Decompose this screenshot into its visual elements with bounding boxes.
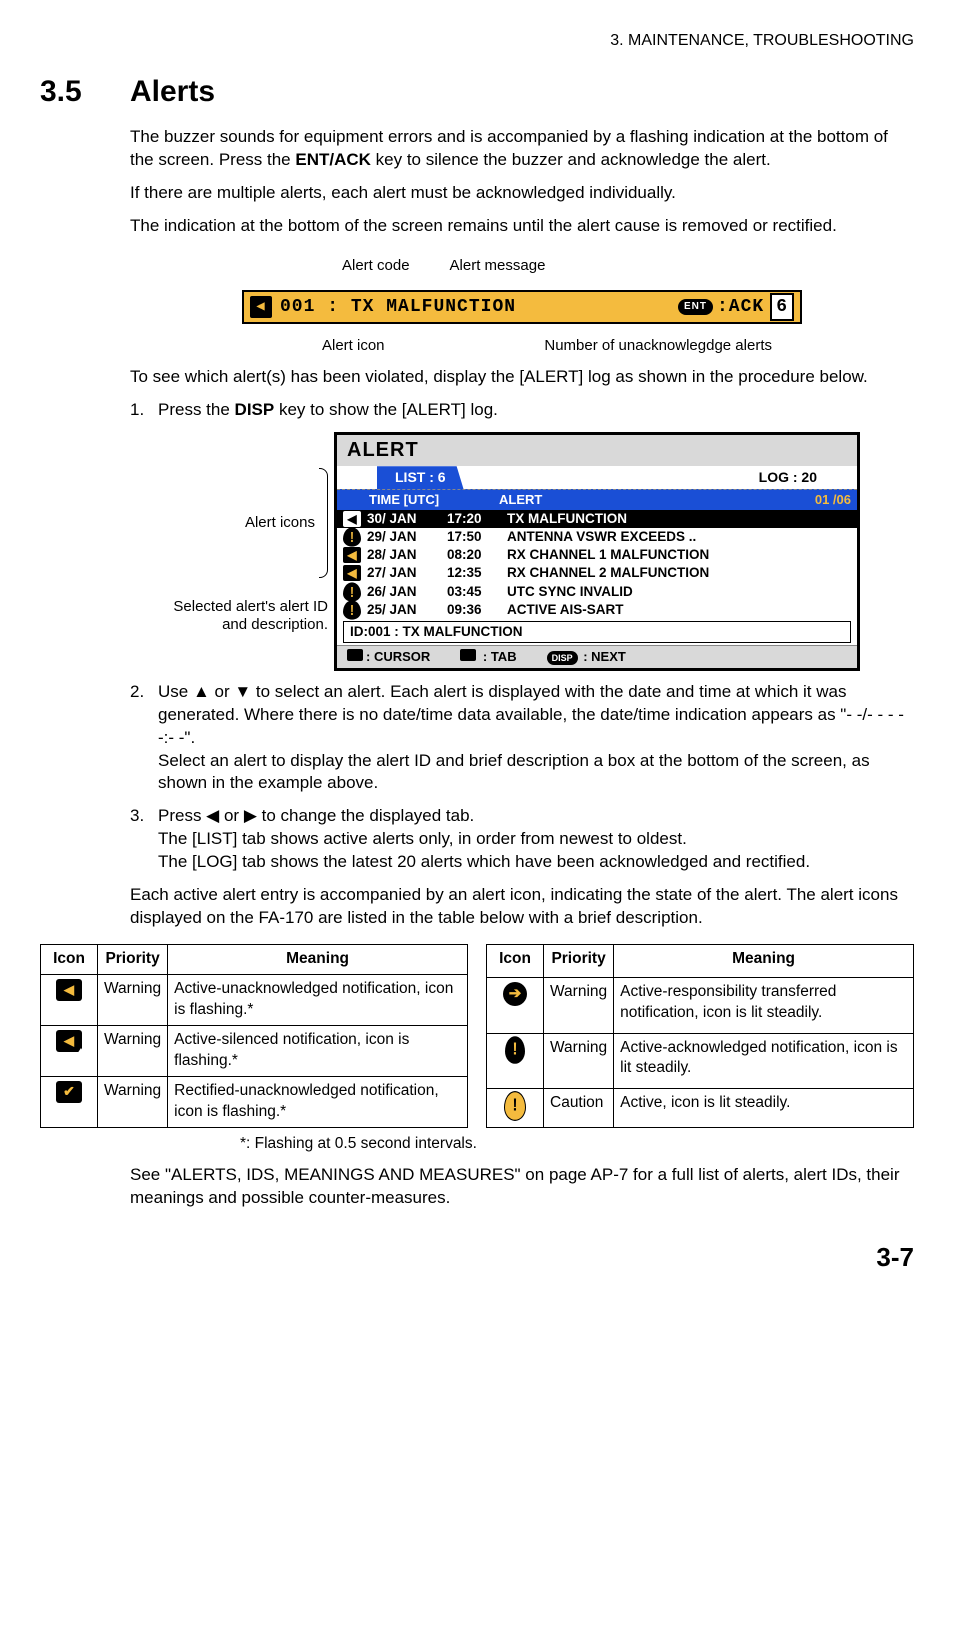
table-row: Warning Active-silenced notification, ic…	[41, 1025, 468, 1076]
alert-log-screen: ALERT LIST : 6 LOG : 20 TIME [UTC] ALERT…	[334, 432, 860, 671]
table-row: Warning Active-responsibility transferre…	[487, 977, 914, 1033]
alert-row: ◀28/ JAN08:20RX CHANNEL 1 MALFUNCTION	[337, 546, 857, 564]
table-footnote: *: Flashing at 0.5 second intervals.	[240, 1134, 914, 1155]
page-number: 3-7	[40, 1240, 914, 1275]
alert-icon-table: Icon Priority Meaning Warning Active-una…	[40, 944, 914, 1127]
step-3: 3.Press ◀ or ▶ to change the displayed t…	[130, 805, 914, 874]
footer-next: DISP : NEXT	[547, 648, 626, 666]
th-icon: Icon	[41, 945, 98, 975]
ack-label: :ACK	[717, 295, 764, 319]
warning-unack-icon	[56, 979, 82, 1001]
speaker-icon: ◀	[343, 547, 361, 563]
step-1: 1. Press the DISP key to show the [ALERT…	[130, 399, 914, 670]
callout-unack-count: Number of unacknowlegdge alerts	[544, 336, 772, 356]
alert-row: ◀27/ JAN12:35RX CHANNEL 2 MALFUNCTION	[337, 564, 857, 582]
alert-sep: :	[327, 295, 339, 319]
exclamation-icon: !	[343, 582, 361, 601]
warning-ack-icon	[505, 1036, 525, 1064]
th-icon: Icon	[487, 945, 544, 978]
footer-cursor: : CURSOR	[347, 648, 430, 666]
callout-alert-icons: Alert icons	[245, 513, 315, 533]
intro-para-1: The buzzer sounds for equipment errors a…	[130, 126, 914, 172]
tab-log: LOG : 20	[759, 468, 817, 487]
table-row: Warning Rectified-unacknowledged notific…	[41, 1076, 468, 1127]
step-2: 2.Use ▲ or ▼ to select an alert. Each al…	[130, 681, 914, 796]
unack-count: 6	[770, 293, 794, 321]
section-title: Alerts	[130, 75, 215, 108]
callout-alert-message: Alert message	[450, 256, 546, 276]
alert-banner: ◀ 001 : TX MALFUNCTION ENT :ACK 6	[242, 290, 802, 324]
exclamation-icon: !	[343, 600, 361, 619]
alert-banner-figure: Alert code Alert message ◀ 001 : TX MALF…	[242, 256, 802, 357]
table-row: Warning Active-unacknowledged notificati…	[41, 975, 468, 1026]
warning-silenced-icon	[56, 1030, 82, 1052]
intro-para-3: The indication at the bottom of the scre…	[130, 215, 914, 238]
section-heading: 3.5Alerts	[40, 72, 914, 113]
warning-transferred-icon	[503, 982, 527, 1006]
warning-rectified-icon	[56, 1081, 82, 1103]
para-see-log: To see which alert(s) has been violated,…	[130, 366, 914, 389]
caution-active-icon	[504, 1091, 526, 1121]
running-header: 3. MAINTENANCE, TROUBLESHOOTING	[40, 30, 914, 52]
callout-alert-icon: Alert icon	[322, 336, 385, 356]
ent-key-icon: ENT	[678, 299, 713, 315]
footer-tab: : TAB	[460, 648, 516, 666]
table-row: Warning Active-acknowledged notification…	[487, 1033, 914, 1089]
intro-para-2: If there are multiple alerts, each alert…	[130, 182, 914, 205]
speaker-icon: ◀	[343, 511, 361, 527]
alert-row: !29/ JAN17:50ANTENNA VSWR EXCEEDS ..	[337, 528, 857, 546]
exclamation-icon: !	[343, 527, 361, 546]
col-time: TIME [UTC]	[369, 491, 499, 509]
speaker-icon: ◀	[343, 565, 361, 581]
para-icon-intro: Each active alert entry is accompanied b…	[130, 884, 914, 930]
table-row: Caution Active, icon is lit steadily.	[487, 1089, 914, 1127]
tab-list: LIST : 6	[377, 466, 464, 489]
callout-selected-detail: Selected alert's alert ID and descriptio…	[158, 598, 328, 634]
section-number: 3.5	[40, 72, 130, 113]
alert-message: TX MALFUNCTION	[351, 295, 516, 319]
callout-alert-code: Alert code	[342, 256, 410, 276]
th-priority: Priority	[98, 945, 168, 975]
th-priority: Priority	[544, 945, 614, 978]
para-see-appendix: See "ALERTS, IDS, MEANINGS AND MEASURES"…	[130, 1164, 914, 1210]
alert-code: 001	[280, 295, 315, 319]
selected-alert-detail: ID:001 : TX MALFUNCTION	[343, 621, 851, 643]
screen-title: ALERT	[337, 435, 857, 466]
col-alert: ALERT	[499, 491, 815, 509]
brace-icon	[319, 468, 328, 578]
th-meaning: Meaning	[168, 945, 468, 975]
th-meaning: Meaning	[614, 945, 914, 978]
alert-icon: ◀	[250, 296, 272, 318]
alert-row: ◀30/ JAN17:20TX MALFUNCTION	[337, 510, 857, 528]
leftright-icon	[460, 649, 476, 661]
alert-log-figure: Alert icons Selected alert's alert ID an…	[158, 432, 914, 671]
alert-row: !25/ JAN09:36ACTIVE AIS-SART	[337, 601, 857, 619]
page-indicator: 01 /06	[815, 491, 851, 509]
alert-row: !26/ JAN03:45UTC SYNC INVALID	[337, 583, 857, 601]
disp-key-icon: DISP	[547, 651, 578, 665]
updown-icon	[347, 649, 363, 661]
